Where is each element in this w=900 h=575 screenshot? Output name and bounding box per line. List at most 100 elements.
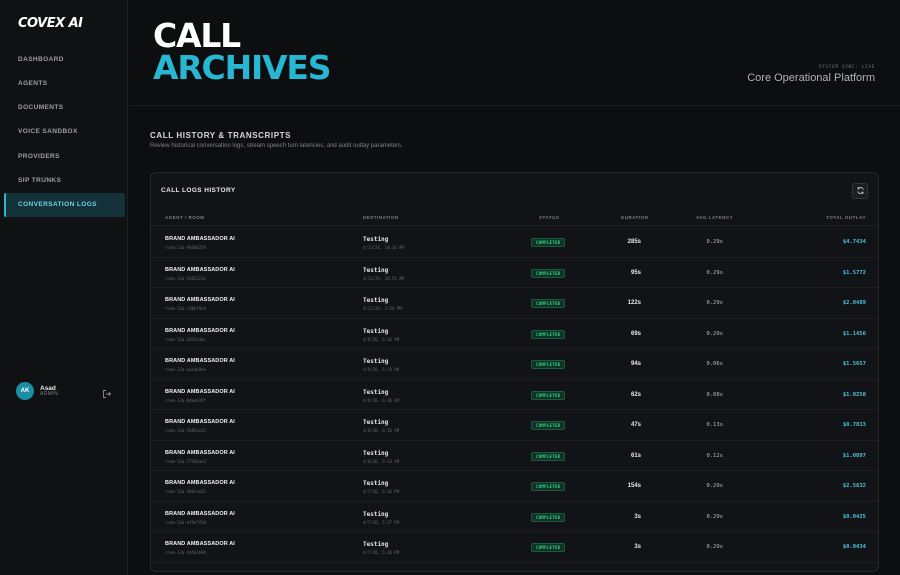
agent-name: BRAND AMBASSADOR AI: [165, 419, 235, 425]
column-latency[interactable]: AVG LATENCY: [696, 215, 733, 220]
column-status[interactable]: STATUS: [539, 215, 559, 220]
total-outlay: $1.0097: [842, 452, 866, 459]
avg-latency: 0.29s: [706, 544, 723, 550]
status-badge: COMPLETED: [531, 268, 566, 278]
sidebar: COVEX AI DASHBOARD AGENTS DOCUMENTS VOIC…: [0, 0, 128, 575]
destination: Testing: [363, 327, 389, 335]
sidebar-item-voice-sandbox[interactable]: VOICE SANDBOX: [4, 120, 125, 144]
room-id: room-13a-8daeb19f: [165, 397, 206, 403]
avg-latency: 0.08s: [706, 391, 723, 398]
agent-name: BRAND AMBASSADOR AI: [165, 266, 235, 273]
card-title: CALL LOGS HISTORY: [161, 187, 236, 194]
table-row[interactable]: BRAND AMBASSADOR AI room-13a-777b6ae3 Test…: [151, 441, 878, 471]
table-row[interactable]: BRAND AMBASSADOR AI room-13a-aacab9ae Test…: [151, 349, 878, 380]
table-row[interactable]: BRAND AMBASSADOR AI room-13a-2037cabc Test…: [151, 319, 878, 349]
status-badge: COMPLETED: [531, 329, 566, 339]
avg-latency: 0.29s: [706, 513, 723, 520]
room-id: room-13a-2037cabc: [165, 336, 206, 342]
avg-latency: 0.12s: [706, 452, 723, 459]
destination: Testing: [363, 419, 389, 426]
call-date: 4/7/26, 5:37 PM: [363, 519, 400, 525]
sidebar-item-providers[interactable]: PROVIDERS: [4, 144, 125, 168]
app-logo[interactable]: COVEX AI: [18, 16, 83, 31]
duration: 3s: [634, 513, 641, 520]
status-badge: COMPLETED: [531, 421, 566, 430]
avatar[interactable]: AK: [16, 382, 34, 400]
refresh-button[interactable]: [852, 183, 868, 199]
sidebar-item-documents[interactable]: DOCUMENTS: [4, 96, 125, 120]
call-date: 4/12/26, 2:54 PM: [363, 306, 402, 311]
room-id: room-13a-7b85ee12: [165, 428, 206, 433]
sidebar-item-agents[interactable]: AGENTS: [4, 71, 125, 95]
avg-latency: 0.29s: [706, 239, 723, 245]
logout-icon[interactable]: [102, 386, 112, 398]
column-duration[interactable]: DURATION: [621, 215, 648, 220]
room-id: room-13a-bf9e7fb8: [165, 519, 206, 525]
avg-latency: 0.29s: [706, 330, 723, 337]
table-row[interactable]: BRAND AMBASSADOR AI room-13a-3b6cae21 Test…: [151, 471, 878, 502]
call-date: 4/13/26, 10:51 AM: [363, 275, 404, 281]
room-id: room-13a-3b6cae21: [165, 489, 206, 494]
room-id: room-13a-9b0d8259: [165, 245, 206, 250]
table-body: BRAND AMBASSADOR AI room-13a-9b0d8259 Test…: [151, 227, 878, 563]
call-date: 4/9/26, 6:19 AM: [363, 367, 400, 372]
duration: 122s: [627, 300, 641, 306]
avg-latency: 0.06s: [706, 361, 723, 367]
destination: Testing: [363, 388, 389, 396]
destination: Testing: [363, 236, 389, 243]
table-row[interactable]: BRAND AMBASSADOR AI room-13a-bf9e7fb8 Test…: [151, 502, 878, 532]
destination: Testing: [363, 266, 389, 274]
call-date: 4/8/26, 6:16 AM: [363, 397, 400, 403]
total-outlay: $4.7434: [842, 239, 866, 245]
table-row[interactable]: BRAND AMBASSADOR AI room-13a-4a5b1b9d Test…: [151, 532, 878, 563]
table-row[interactable]: BRAND AMBASSADOR AI room-13a-1b82123a Test…: [151, 258, 878, 288]
call-date: 4/13/26, 10:14 AM: [363, 245, 404, 250]
sidebar-item-dashboard[interactable]: DASHBOARD: [4, 47, 125, 71]
total-outlay: $1.5772: [842, 269, 866, 276]
status-badge: COMPLETED: [531, 451, 566, 461]
system-sync-status: SYSTEM SYNC: LIVE: [818, 65, 875, 70]
duration: 62s: [630, 391, 641, 398]
duration: 61s: [630, 452, 641, 459]
table-row[interactable]: BRAND AMBASSADOR AI room-13a-9b0d8259 Test…: [151, 227, 878, 258]
column-destination[interactable]: DESTINATION: [363, 215, 399, 220]
agent-name: BRAND AMBASSADOR AI: [165, 236, 235, 242]
total-outlay: $1.1456: [842, 330, 866, 337]
status-badge: COMPLETED: [531, 238, 566, 247]
table-row[interactable]: BRAND AMBASSADOR AI room-13a-c30bf9e4 Test…: [151, 288, 878, 319]
agent-name: BRAND AMBASSADOR AI: [165, 388, 235, 395]
duration: 95s: [630, 269, 641, 276]
status-badge: COMPLETED: [531, 299, 566, 308]
status-badge: COMPLETED: [531, 482, 566, 491]
sidebar-item-conversation-logs[interactable]: CONVERSATION LOGS: [4, 192, 125, 217]
status-badge: COMPLETED: [531, 543, 566, 552]
total-outlay: $0.0434: [842, 544, 866, 550]
total-outlay: $2.5632: [842, 483, 866, 489]
status-badge: COMPLETED: [531, 512, 566, 522]
duration: 285s: [627, 239, 641, 245]
call-logs-card: CALL LOGS HISTORY AGENT / ROOM DESTINATI…: [150, 172, 879, 572]
call-date: 4/8/26, 6:14 AM: [363, 458, 400, 464]
duration: 69s: [630, 330, 641, 337]
status-badge: COMPLETED: [531, 390, 566, 400]
agent-name: BRAND AMBASSADOR AI: [165, 449, 235, 456]
duration: 3s: [634, 544, 641, 550]
column-outlay[interactable]: TOTAL OUTLAY: [826, 215, 866, 220]
room-id: room-13a-1b82123a: [165, 275, 206, 281]
status-badge: COMPLETED: [531, 360, 566, 369]
destination: Testing: [363, 541, 389, 548]
total-outlay: $2.0489: [842, 300, 866, 306]
section-subtitle: Review historical conversation logs, str…: [150, 143, 403, 149]
agent-name: BRAND AMBASSADOR AI: [165, 358, 235, 364]
sidebar-nav: DASHBOARD AGENTS DOCUMENTS VOICE SANDBOX…: [4, 47, 125, 217]
duration: 47s: [630, 422, 641, 428]
column-agent[interactable]: AGENT / ROOM: [165, 215, 205, 220]
table-row[interactable]: BRAND AMBASSADOR AI room-13a-7b85ee12 Test…: [151, 410, 878, 441]
call-date: 4/8/26, 6:16 AM: [363, 428, 400, 433]
sidebar-item-sip-trunks[interactable]: SIP TRUNKS: [4, 168, 125, 192]
destination: Testing: [363, 480, 389, 487]
call-date: 4/7/26, 6:16 PM: [363, 489, 400, 494]
table-row[interactable]: BRAND AMBASSADOR AI room-13a-8daeb19f Test…: [151, 380, 878, 410]
user-info: Asad ADMIN: [40, 385, 58, 398]
agent-name: BRAND AMBASSADOR AI: [165, 510, 235, 517]
